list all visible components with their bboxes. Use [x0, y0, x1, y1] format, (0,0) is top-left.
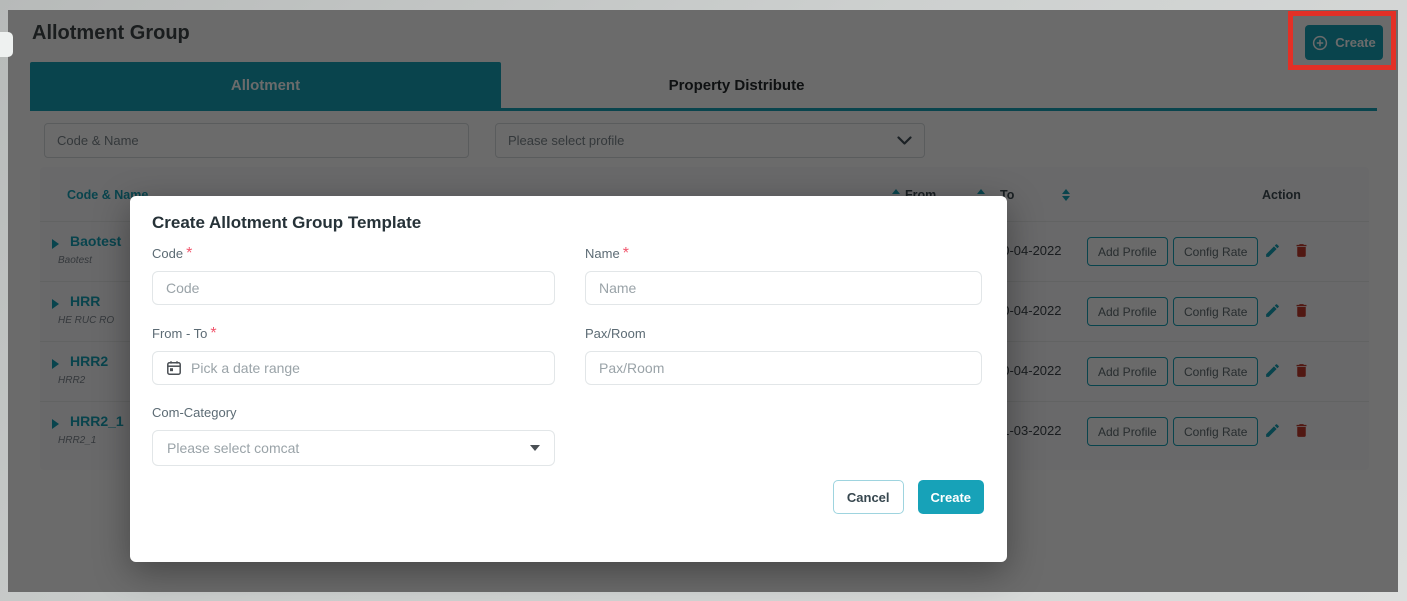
from-to-field-label: From - To: [152, 326, 207, 341]
com-category-field-label: Com-Category: [152, 405, 237, 420]
highlight-rectangle: [1288, 11, 1396, 70]
required-asterisk: *: [623, 245, 629, 262]
name-field[interactable]: [585, 271, 982, 305]
code-field-label: Code: [152, 246, 183, 261]
com-category-field-group: Com-Category Please select comcat: [152, 404, 555, 466]
modal-button-row: Cancel Create: [833, 480, 984, 514]
caret-down-icon: [530, 445, 540, 451]
calendar-icon: [166, 360, 182, 376]
modal-title: Create Allotment Group Template: [152, 213, 421, 233]
cancel-button[interactable]: Cancel: [833, 480, 904, 514]
code-field-group: Code*: [152, 245, 555, 305]
code-field[interactable]: [152, 271, 555, 305]
com-category-placeholder: Please select comcat: [167, 440, 299, 456]
pax-room-field-group: Pax/Room: [585, 325, 982, 385]
left-edge-panel: [0, 32, 13, 57]
pax-room-field-label: Pax/Room: [585, 326, 646, 341]
name-field-group: Name*: [585, 245, 982, 305]
com-category-select[interactable]: Please select comcat: [152, 430, 555, 466]
from-to-field-group: From - To* Pick a date range: [152, 325, 555, 385]
name-field-label: Name: [585, 246, 620, 261]
date-range-picker[interactable]: Pick a date range: [152, 351, 555, 385]
required-asterisk: *: [210, 325, 216, 342]
modal-create-button[interactable]: Create: [918, 480, 984, 514]
required-asterisk: *: [186, 245, 192, 262]
date-range-placeholder: Pick a date range: [191, 360, 300, 376]
create-allotment-modal: Create Allotment Group Template Code* Na…: [130, 196, 1007, 562]
screenshot-canvas: Allotment Group Create Allotment Propert…: [0, 0, 1407, 601]
pax-room-field[interactable]: [585, 351, 982, 385]
